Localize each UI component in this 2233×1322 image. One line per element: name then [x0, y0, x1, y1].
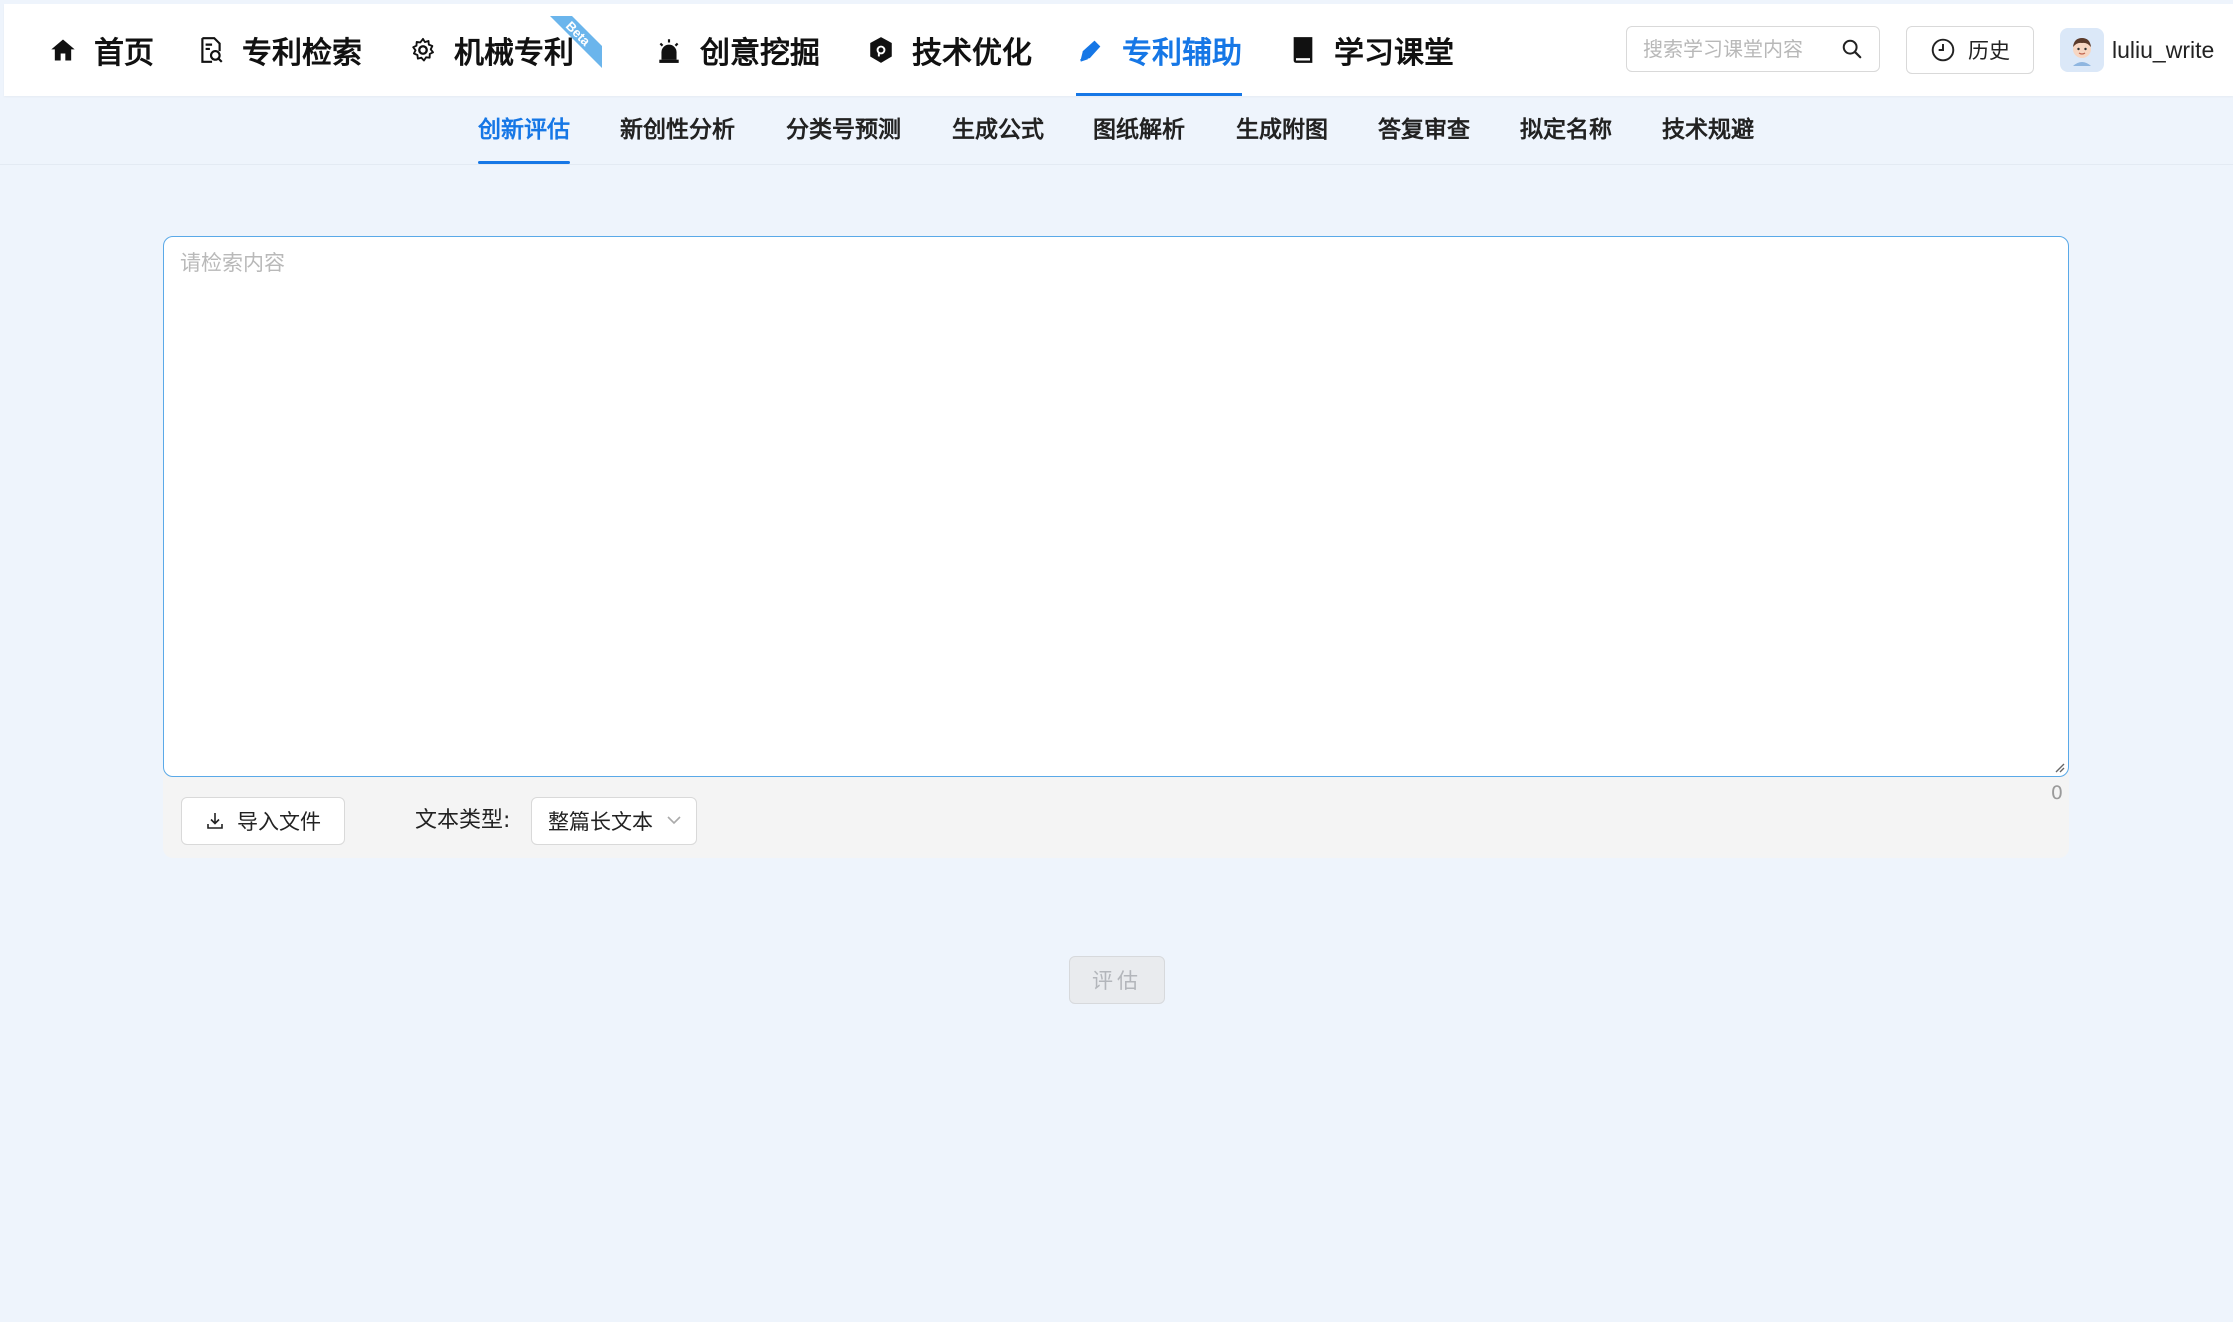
tab-draft-title[interactable]: 拟定名称	[1520, 96, 1612, 164]
input-panel: 0 导入文件 文本类型: 整篇长文本	[163, 236, 2069, 858]
nav-item-label: 学习课堂	[1334, 36, 1454, 71]
text-type-select[interactable]: 整篇长文本	[531, 797, 697, 845]
alarm-icon	[654, 35, 684, 65]
tab-novelty-analysis[interactable]: 新创性分析	[620, 96, 735, 164]
nav-item-label: 创意挖掘	[700, 36, 820, 71]
sub-tab-bar: 创新评估 新创性分析 分类号预测 生成公式 图纸解析 生成附图 答复审查 拟定名…	[0, 96, 2233, 165]
tab-generate-figures[interactable]: 生成附图	[1236, 96, 1328, 164]
nav-item-idea-mining[interactable]: 创意挖掘	[654, 4, 820, 96]
content-textarea[interactable]	[163, 236, 2069, 777]
import-file-button[interactable]: 导入文件	[181, 797, 345, 845]
top-navigation-bar: 首页 专利检索 机械专利 Beta 创意挖掘 技术优化 专利辅助 学习课堂 搜索…	[4, 4, 2233, 96]
book-icon	[1288, 35, 1318, 65]
nav-item-label: 首页	[94, 36, 154, 71]
resize-handle-icon[interactable]	[2053, 761, 2065, 773]
tab-response-review[interactable]: 答复审查	[1378, 96, 1470, 164]
pen-icon	[1076, 35, 1106, 65]
nav-item-patent-search[interactable]: 专利检索	[196, 4, 362, 96]
tab-drawing-analysis[interactable]: 图纸解析	[1093, 96, 1185, 164]
nav-item-home[interactable]: 首页	[48, 4, 154, 96]
search-icon[interactable]	[1841, 38, 1863, 60]
text-type-label: 文本类型:	[415, 808, 511, 833]
hex-badge-icon	[866, 35, 896, 65]
course-search-input[interactable]	[1627, 28, 1835, 70]
chevron-down-icon	[667, 816, 681, 825]
user-menu[interactable]: luliu_write	[2060, 26, 2214, 74]
import-file-label: 导入文件	[237, 810, 321, 834]
patent-search-icon	[196, 35, 226, 65]
nav-item-learning[interactable]: 学习课堂	[1288, 4, 1454, 96]
character-count: 0	[2050, 782, 2063, 804]
text-type-value: 整篇长文本	[548, 810, 653, 834]
nav-item-patent-assist[interactable]: 专利辅助	[1076, 4, 1242, 96]
nav-item-label: 专利检索	[242, 36, 362, 71]
clock-icon	[1931, 38, 1955, 62]
nav-item-label: 专利辅助	[1122, 36, 1242, 71]
tab-innovation-evaluation[interactable]: 创新评估	[478, 96, 570, 164]
evaluate-button[interactable]: 评估	[1069, 956, 1165, 1004]
history-label: 历史	[1968, 39, 2010, 63]
tab-design-around[interactable]: 技术规避	[1662, 96, 1754, 164]
nav-item-tech-optimize[interactable]: 技术优化	[866, 4, 1032, 96]
nav-item-label: 技术优化	[912, 36, 1032, 71]
home-icon	[48, 35, 78, 65]
avatar	[2060, 28, 2104, 72]
course-search-box	[1626, 26, 1880, 72]
history-button[interactable]: 历史	[1906, 26, 2034, 74]
download-icon	[207, 813, 223, 829]
tab-generate-formula[interactable]: 生成公式	[952, 96, 1044, 164]
gear-icon	[408, 35, 438, 65]
username: luliu_write	[2112, 36, 2215, 63]
tab-classification-prediction[interactable]: 分类号预测	[786, 96, 901, 164]
beta-badge: Beta	[550, 16, 602, 68]
